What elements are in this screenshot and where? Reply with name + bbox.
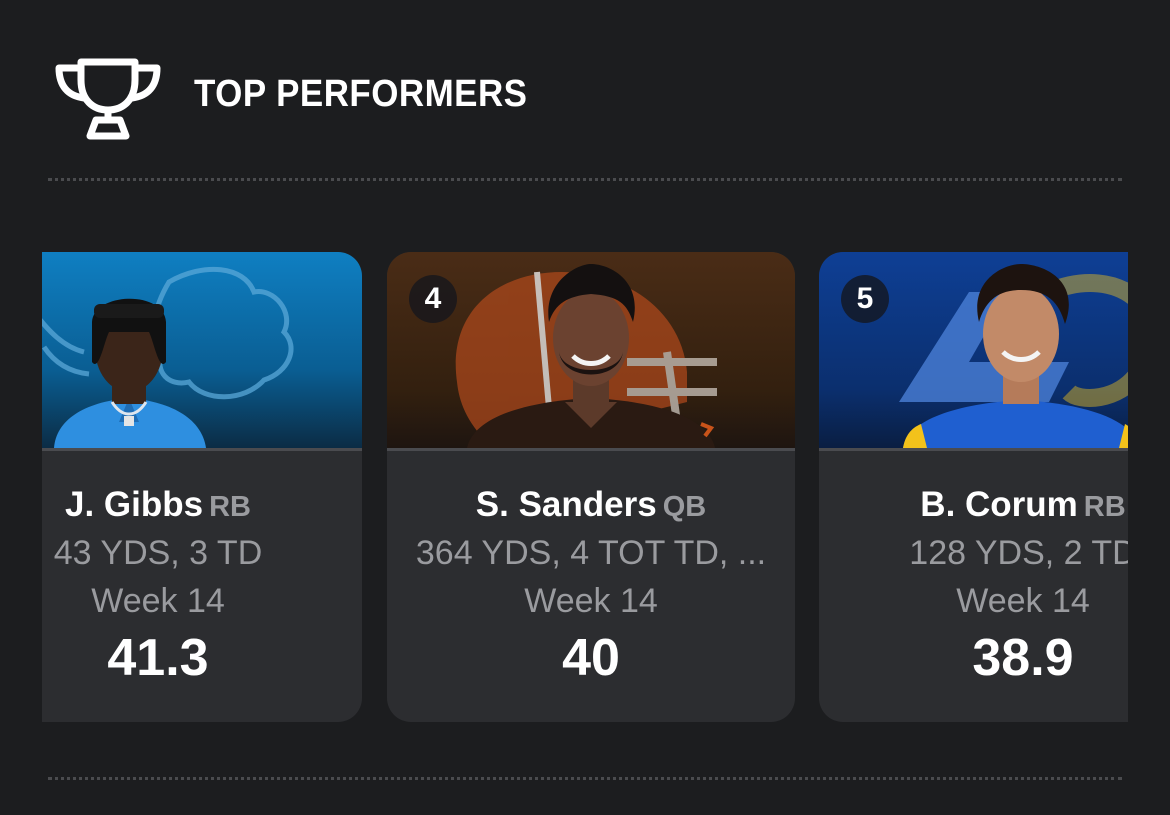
player-week: Week 14: [524, 582, 658, 620]
player-week: Week 14: [91, 582, 225, 620]
fantasy-points: 38.9: [972, 629, 1074, 687]
player-photo: [42, 252, 362, 448]
rank-badge: 5: [841, 275, 889, 323]
player-name: S. Sanders: [475, 485, 657, 524]
rank-badge: 4: [409, 275, 457, 323]
fantasy-points: 41.3: [107, 629, 209, 687]
player-position: RB: [1083, 491, 1126, 523]
performer-info: S. Sanders QB 364 YDS, 4 TOT TD, ... Week…: [387, 451, 795, 722]
divider: [48, 178, 1122, 181]
player-position: QB: [662, 491, 707, 523]
player-name: B. Corum: [920, 485, 1078, 524]
player-stats: 364 YDS, 4 TOT TD, ...: [415, 534, 767, 572]
section-title: TOP PERFORMERS: [194, 73, 528, 115]
divider: [48, 777, 1122, 780]
player-name-line: J. Gibbs RB: [42, 485, 362, 527]
player-name-line: B. Corum RB: [819, 485, 1128, 527]
performer-info: J. Gibbs RB 43 YDS, 3 TD Week 14 41.3: [42, 451, 362, 722]
player-position: RB: [209, 491, 251, 523]
performers-carousel[interactable]: J. Gibbs RB 43 YDS, 3 TD Week 14 41.3 4 …: [42, 252, 1128, 722]
fantasy-points: 40: [562, 629, 620, 687]
player-week: Week 14: [956, 582, 1090, 620]
section-header: [54, 56, 162, 142]
player-stats: 128 YDS, 2 TD: [909, 534, 1128, 572]
performer-card[interactable]: 4 S. Sanders QB 364 YDS, 4 TOT TD, ... We…: [387, 252, 795, 722]
player-name: J. Gibbs: [65, 485, 204, 524]
performer-info: B. Corum RB 128 YDS, 2 TD Week 14 38.9: [819, 451, 1128, 722]
trophy-icon: [55, 58, 161, 140]
player-name-line: S. Sanders QB: [387, 485, 795, 527]
performer-card[interactable]: 5 B. Corum RB 128 YDS, 2 TD Week 14 38.9: [819, 252, 1128, 722]
performer-card[interactable]: J. Gibbs RB 43 YDS, 3 TD Week 14 41.3: [42, 252, 362, 722]
player-stats: 43 YDS, 3 TD: [53, 534, 263, 572]
top-performers-panel: TOP PERFORMERS J. Gibbs RB 43 YDS, 3 TD …: [0, 0, 1170, 815]
